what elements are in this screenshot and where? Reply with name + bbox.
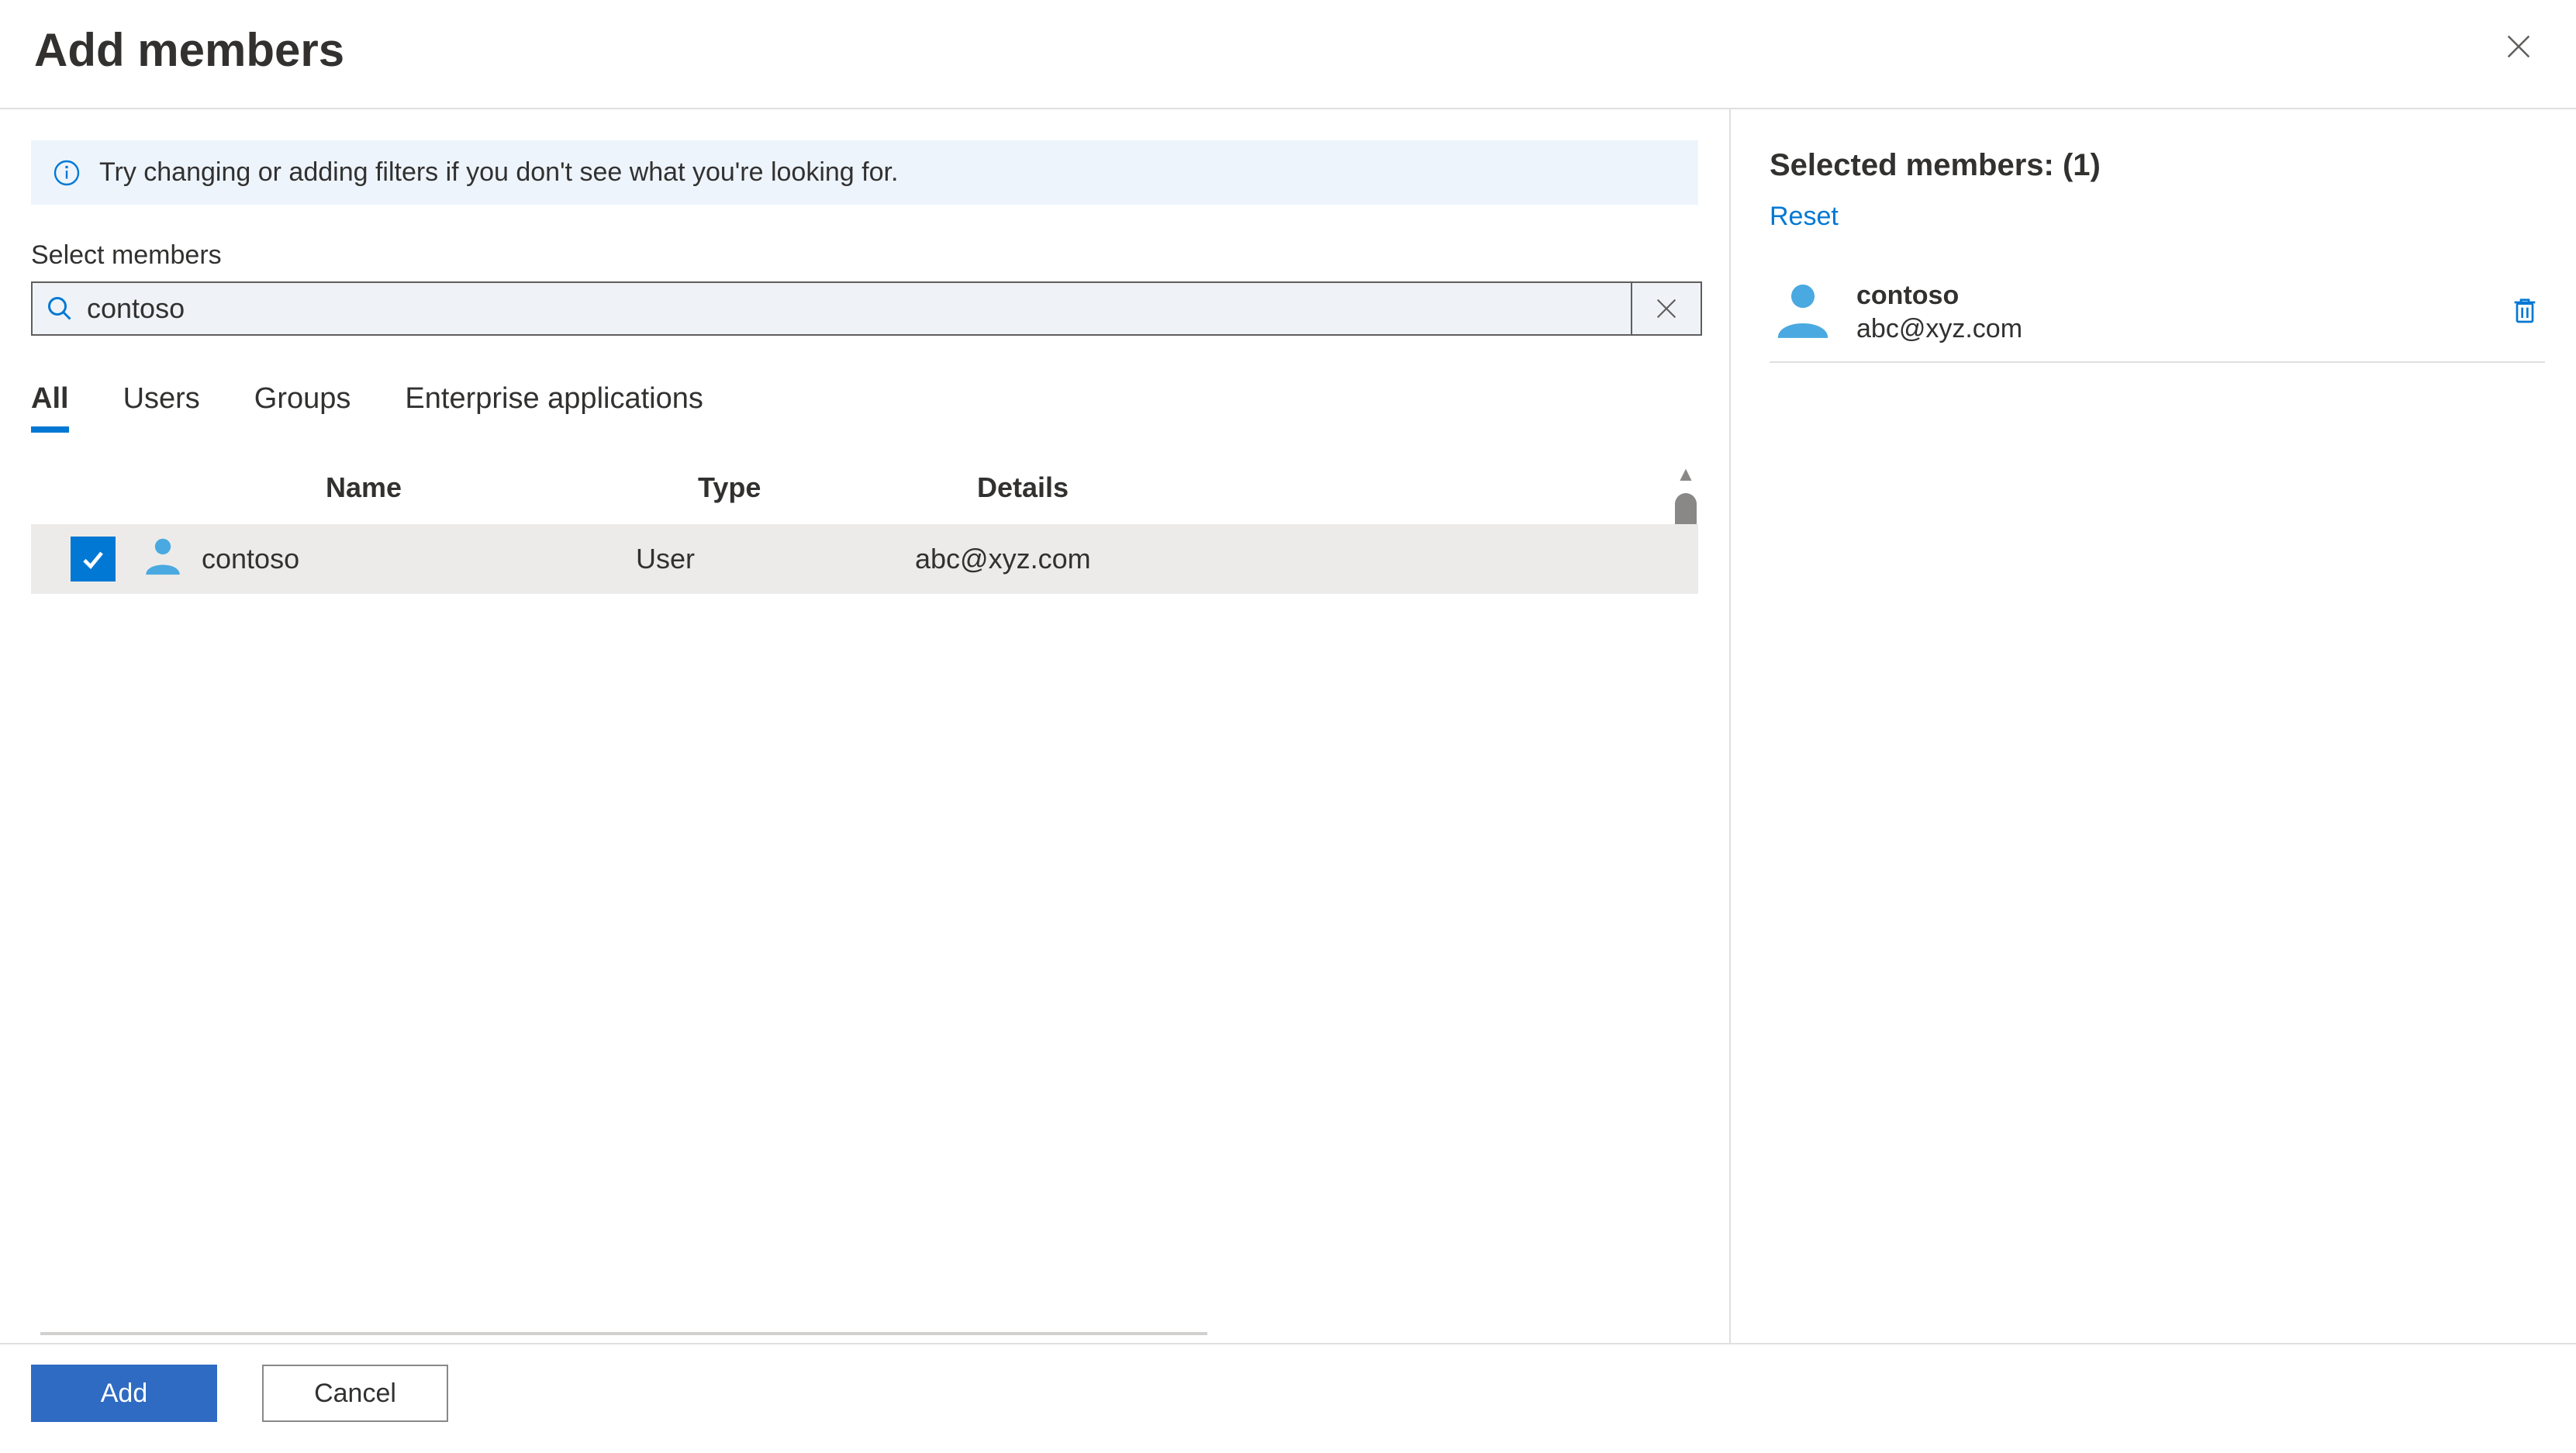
search-input[interactable] bbox=[87, 292, 1631, 325]
column-header-name[interactable]: Name bbox=[326, 471, 698, 504]
row-checkbox[interactable] bbox=[71, 537, 116, 582]
scroll-up-arrow-icon: ▲ bbox=[1676, 464, 1696, 484]
column-header-type[interactable]: Type bbox=[698, 471, 977, 504]
clear-icon bbox=[1653, 295, 1680, 322]
close-button[interactable] bbox=[2495, 25, 2542, 75]
user-avatar-icon bbox=[1770, 277, 1836, 347]
row-name: contoso bbox=[202, 543, 636, 575]
selected-members-heading: Selected members: (1) bbox=[1770, 148, 2545, 183]
add-button[interactable]: Add bbox=[31, 1365, 217, 1422]
tab-groups[interactable]: Groups bbox=[254, 382, 351, 433]
search-icon bbox=[33, 295, 87, 323]
result-row[interactable]: contoso User abc@xyz.com bbox=[31, 524, 1698, 594]
tab-users[interactable]: Users bbox=[123, 382, 200, 433]
filter-tabs: All Users Groups Enterprise applications bbox=[31, 382, 1698, 433]
row-type: User bbox=[636, 543, 915, 575]
row-details: abc@xyz.com bbox=[915, 543, 1698, 575]
info-bar: Try changing or adding filters if you do… bbox=[31, 140, 1698, 205]
clear-search-button[interactable] bbox=[1631, 283, 1701, 334]
search-box[interactable] bbox=[31, 281, 1702, 336]
reset-link[interactable]: Reset bbox=[1770, 202, 2545, 232]
column-header-details[interactable]: Details bbox=[977, 471, 1698, 504]
user-avatar-icon bbox=[140, 533, 185, 585]
cancel-button[interactable]: Cancel bbox=[262, 1365, 448, 1422]
close-icon bbox=[2503, 31, 2534, 62]
info-icon bbox=[53, 159, 81, 187]
checkmark-icon bbox=[78, 544, 108, 574]
selected-member-name: contoso bbox=[1856, 281, 2484, 311]
selected-member-item: contoso abc@xyz.com bbox=[1770, 263, 2545, 363]
info-text: Try changing or adding filters if you do… bbox=[99, 157, 898, 188]
remove-selected-button[interactable] bbox=[2505, 290, 2545, 334]
selected-member-detail: abc@xyz.com bbox=[1856, 314, 2484, 344]
horizontal-scrollbar[interactable] bbox=[40, 1332, 1207, 1335]
select-members-label: Select members bbox=[31, 240, 1698, 271]
panel-title: Add members bbox=[34, 23, 344, 77]
tab-all[interactable]: All bbox=[31, 382, 69, 433]
tab-enterprise-applications[interactable]: Enterprise applications bbox=[405, 382, 703, 433]
trash-icon bbox=[2509, 295, 2540, 326]
